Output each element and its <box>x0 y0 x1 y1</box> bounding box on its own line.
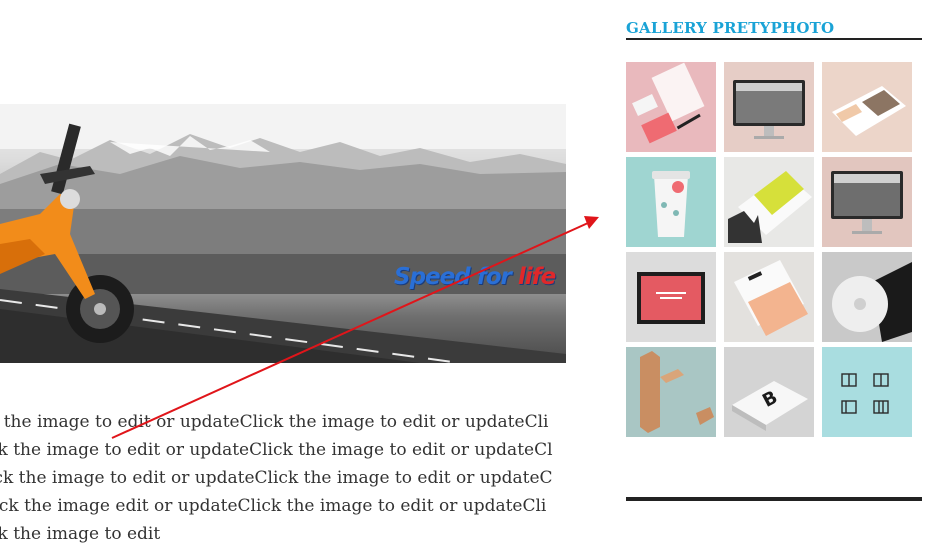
banner-tagline-part1: Speed for <box>394 264 518 290</box>
gallery-thumb-coffee-cup[interactable] <box>626 157 716 247</box>
content-paragraph[interactable]: k the image to edit or updateClick the i… <box>0 408 554 548</box>
gallery-thumb-monitor[interactable] <box>724 62 814 152</box>
banner-tagline: Speed for life <box>394 264 556 290</box>
gallery-grid: B <box>626 62 912 437</box>
banner-tagline-part2: life <box>517 264 556 290</box>
gallery-thumb-yellow-folder[interactable] <box>724 157 814 247</box>
title-divider <box>626 38 922 40</box>
gallery-thumb-magazine[interactable] <box>822 62 912 152</box>
banner-scene <box>0 104 566 363</box>
gallery-title: GALLERY PRETYPHOTO <box>626 19 835 37</box>
hero-banner-image[interactable]: Speed for life <box>0 104 566 363</box>
gallery-thumb-berlin-card[interactable] <box>724 252 814 342</box>
gallery-thumb-artwork-frame[interactable] <box>626 252 716 342</box>
sidebar-bottom-divider <box>626 497 922 501</box>
gallery-thumb-monitor-2[interactable] <box>822 157 912 247</box>
gallery-thumb-stationery[interactable] <box>626 62 716 152</box>
gallery-thumb-business-cards[interactable]: B <box>724 347 814 437</box>
gallery-thumb-wooden-letter[interactable] <box>626 347 716 437</box>
gallery-thumb-book-icons[interactable] <box>822 347 912 437</box>
gallery-thumb-cd-disc[interactable] <box>822 252 912 342</box>
